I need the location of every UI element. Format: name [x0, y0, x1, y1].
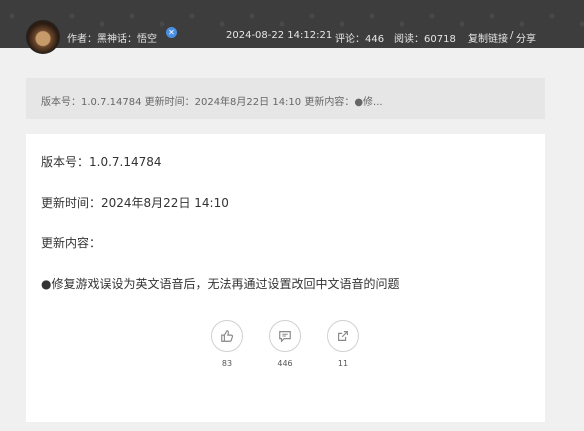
read-count: 阅读：60718 — [394, 34, 456, 45]
share-button[interactable]: 分享 — [516, 30, 536, 45]
comment-count-header: 评论：446 — [335, 34, 385, 45]
update-time-line: 更新时间：2024年8月22日 14:10 — [41, 196, 229, 210]
comment-count: 446 — [277, 359, 293, 368]
thumbs-up-icon — [221, 330, 234, 342]
comment-icon — [279, 331, 291, 343]
content-label: 更新内容： — [41, 236, 102, 250]
article-card: 版本号：1.0.7.14784 更新时间：2024年8月22日 14:10 更新… — [26, 134, 545, 422]
share-count: 11 — [337, 359, 349, 368]
like-count: 83 — [221, 359, 233, 368]
author-name[interactable]: 作者：黑神话：悟空 — [67, 30, 157, 45]
copy-link-button[interactable]: 复制链接 — [468, 30, 508, 45]
like-button[interactable] — [211, 320, 243, 352]
share-action-button[interactable] — [327, 320, 359, 352]
author-avatar[interactable] — [26, 20, 60, 54]
summary-text: 版本号：1.0.7.14784 更新时间：2024年8月22日 14:10 更新… — [41, 97, 383, 108]
content-item: ●修复游戏误设为英文语音后，无法再通过设置改回中文语音的问题 — [41, 277, 400, 291]
version-line: 版本号：1.0.7.14784 — [41, 155, 162, 169]
share-icon — [338, 331, 348, 341]
summary-box: 版本号：1.0.7.14784 更新时间：2024年8月22日 14:10 更新… — [26, 78, 545, 119]
certification-icon: ✕ — [166, 27, 177, 38]
comment-button[interactable] — [269, 320, 301, 352]
header-separator: / — [510, 30, 514, 41]
post-date: 2024-08-22 14:12:21 — [226, 30, 333, 41]
